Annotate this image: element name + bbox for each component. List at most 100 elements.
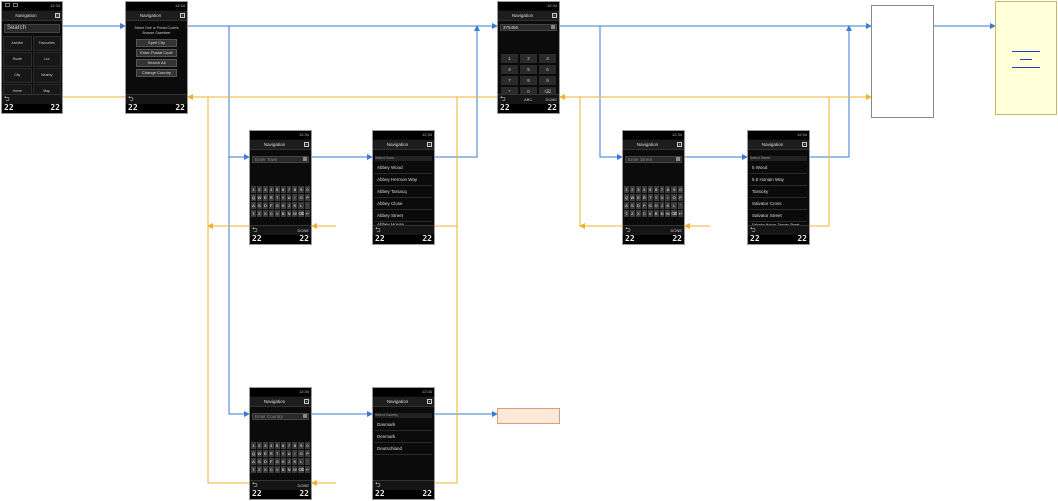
keyboard-key[interactable]: R [268,194,274,201]
tile[interactable]: City [3,68,32,83]
keyboard-key[interactable]: L [671,202,678,209]
keyboard-key[interactable]: A [624,202,629,209]
keyboard-key[interactable]: G [274,458,280,465]
keyboard-key[interactable]: 9 [298,186,305,193]
keyboard-key[interactable]: W [629,194,635,201]
keyboard-key[interactable]: I [292,194,298,201]
add-icon[interactable]: + [427,399,432,404]
list-item[interactable]: Danmark [375,419,432,431]
keyboard-key[interactable]: W [256,450,262,457]
keyboard-key[interactable]: G [647,202,653,209]
keyboard-key[interactable]: H [653,202,659,209]
key[interactable]: 4 [501,65,518,74]
keyboard-key[interactable]: F [268,202,274,209]
keyboard-key[interactable]: I [292,450,298,457]
tile[interactable]: Loc [32,52,61,67]
menu-icon[interactable]: ≡ [55,13,60,18]
keyboard-key[interactable]: D [635,202,641,209]
keyboard-key[interactable]: B [653,210,659,217]
list-item[interactable]: 5 Wood [750,162,807,174]
add-icon[interactable]: + [802,142,807,147]
keyboard-key[interactable]: Z [256,466,262,473]
keyboard-key[interactable]: Y [280,450,286,457]
keyboard-key[interactable]: Y [280,194,286,201]
keyboard-key[interactable]: U [659,194,665,201]
keyboard-key[interactable]: ⇧ [624,210,629,217]
keyboard-key[interactable]: 3 [635,186,641,193]
keyboard-key[interactable]: 5 [647,186,653,193]
keyboard-key[interactable]: D [262,458,268,465]
add-icon[interactable]: + [180,13,185,18]
keyboard-key[interactable]: X [262,210,268,217]
key[interactable]: 6 [539,65,556,74]
list-item[interactable]: Salvator Street [750,210,807,222]
keyboard-key[interactable]: A [251,202,256,209]
keyboard-key[interactable]: T [647,194,653,201]
add-icon[interactable]: + [304,142,309,147]
keyboard-key[interactable]: 4 [641,186,647,193]
keyboard-key[interactable]: Y [653,194,659,201]
add-icon[interactable]: + [427,142,432,147]
keyboard-key[interactable]: ↵ [305,210,310,217]
street-input[interactable]: Enter Street [625,156,682,163]
keyboard-key[interactable]: X [635,210,641,217]
keyboard-key[interactable]: 7 [286,186,292,193]
keyboard-key[interactable]: 1 [624,186,629,193]
keyboard-key[interactable]: V [274,466,280,473]
keyboard-key[interactable]: E [262,450,268,457]
keyboard-key[interactable]: G [274,202,280,209]
keyboard-key[interactable]: 7 [659,186,665,193]
keyboard-key[interactable]: 1 [251,186,256,193]
keyboard-key[interactable]: K [292,458,298,465]
keyboard-key[interactable]: 0 [305,186,310,193]
keyboard-key[interactable]: 8 [665,186,671,193]
keyboard-key[interactable]: U [286,450,292,457]
add-icon[interactable]: + [552,13,557,18]
postal-code-button[interactable]: Enter Postal Code [136,49,177,57]
keyboard-key[interactable]: C [641,210,647,217]
keyboard-key[interactable]: V [274,210,280,217]
keyboard-key[interactable]: 6 [653,186,659,193]
keyboard-key[interactable]: 1 [251,442,256,449]
keyboard-key[interactable]: M [665,210,671,217]
town-input[interactable]: Enter Town [252,156,309,163]
note-link-line-3[interactable] [1012,67,1040,68]
keyboard-key[interactable]: 0 [678,186,683,193]
keyboard-key[interactable]: J [286,202,292,209]
keyboard-key[interactable]: M [292,466,298,473]
keyboard-key[interactable]: S [256,202,262,209]
keyboard-key[interactable]: 4 [268,186,274,193]
keyboard-key[interactable]: C [268,466,274,473]
keyboard-key[interactable]: X [262,466,268,473]
keyboard-key[interactable]: E [635,194,641,201]
list-item[interactable]: Abbey Tarsacq [375,186,432,198]
tile[interactable]: Route [3,52,32,67]
clear-icon[interactable] [303,414,307,418]
keyboard-key[interactable]: 2 [256,186,262,193]
abc-key[interactable]: ABC [524,95,532,104]
keyboard-key[interactable]: T [274,194,280,201]
keyboard-key[interactable]: ↵ [305,466,310,473]
country-input[interactable]: Enter Country [252,413,309,420]
keyboard-key[interactable]: D [262,202,268,209]
keyboard-key[interactable]: 0 [305,442,310,449]
keyboard-key[interactable]: H [280,202,286,209]
keyboard-key[interactable]: H [280,458,286,465]
keyboard-key[interactable]: F [641,202,647,209]
change-country-button[interactable]: Change Country [136,69,177,77]
list-item[interactable]: 5.5 Honain Way [750,174,807,186]
keyboard-key[interactable]: ⌫ [298,466,305,473]
keyboard-key[interactable]: 5 [274,186,280,193]
keyboard-key[interactable]: ' [305,458,310,465]
keyboard-key[interactable]: Q [251,194,256,201]
add-icon[interactable]: + [304,399,309,404]
keyboard-key[interactable]: ⌫ [298,210,305,217]
keyboard-key[interactable]: A [251,458,256,465]
keyboard-key[interactable]: ⇧ [251,210,256,217]
keyboard-key[interactable]: ↵ [678,210,683,217]
keyboard-key[interactable]: N [286,210,292,217]
keyboard-key[interactable]: E [262,194,268,201]
postal-code-input[interactable]: 375456 [500,24,557,31]
add-icon[interactable]: + [677,142,682,147]
keyboard-key[interactable]: ⌫ [671,210,678,217]
